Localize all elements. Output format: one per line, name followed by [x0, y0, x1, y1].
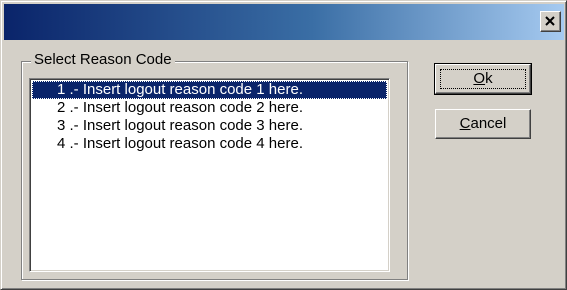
reason-code-listbox[interactable]: 1 .- Insert logout reason code 1 here. 2… — [29, 78, 390, 272]
ok-button-label: Ok — [473, 70, 492, 87]
list-items: 1 .- Insert logout reason code 1 here. 2… — [30, 79, 389, 153]
close-x-icon — [545, 16, 555, 26]
group-label: Select Reason Code — [31, 51, 175, 69]
list-item[interactable]: 2 .- Insert logout reason code 2 here. — [32, 99, 387, 117]
reason-code-dialog: Select Reason Code 1 .- Insert logout re… — [0, 0, 567, 290]
title-bar[interactable] — [4, 4, 564, 40]
close-button[interactable] — [540, 11, 561, 32]
cancel-button[interactable]: Cancel — [435, 109, 531, 139]
ok-button[interactable]: Ok — [434, 63, 532, 95]
ok-mnemonic: O — [473, 70, 486, 87]
list-item[interactable]: 1 .- Insert logout reason code 1 here. — [32, 81, 387, 99]
cancel-button-label: Cancel — [460, 115, 507, 132]
list-item[interactable]: 3 .- Insert logout reason code 3 here. — [32, 117, 387, 135]
cancel-mnemonic: C — [459, 115, 471, 132]
ok-label-rest: k — [485, 70, 493, 87]
cancel-label-rest: ancel — [470, 115, 507, 132]
list-item[interactable]: 4 .- Insert logout reason code 4 here. — [32, 135, 387, 153]
